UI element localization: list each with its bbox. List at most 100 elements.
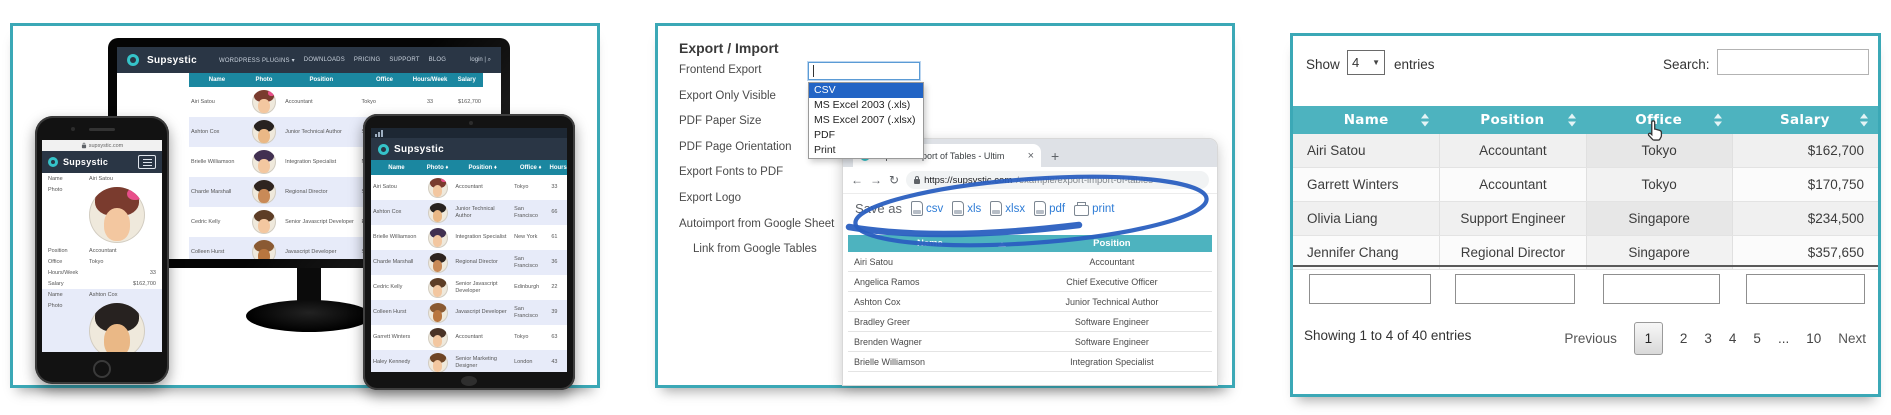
reload-icon[interactable]: ↻ bbox=[889, 173, 899, 187]
cell: Ashton Cox bbox=[848, 297, 1012, 307]
hamburger-menu-icon[interactable] bbox=[138, 155, 156, 169]
phone-home-button[interactable] bbox=[93, 360, 111, 378]
column-header[interactable]: Name bbox=[189, 77, 245, 83]
phone-camera bbox=[71, 127, 75, 131]
next-button[interactable]: Next bbox=[1838, 331, 1866, 346]
cell: $234,500 bbox=[1732, 202, 1878, 235]
search-input[interactable] bbox=[1717, 49, 1869, 75]
cell: $170,750 bbox=[1732, 168, 1878, 201]
save-as-label: Save as bbox=[855, 201, 902, 216]
navbar-menu-item[interactable]: DOWNLOADS bbox=[304, 57, 345, 64]
cell: Support Engineer bbox=[1439, 202, 1585, 235]
field-label: Name bbox=[48, 292, 89, 298]
page-number-5[interactable]: 5 bbox=[1753, 331, 1761, 346]
save-as-link-pdf[interactable]: pdf bbox=[1034, 201, 1065, 216]
column-header-name[interactable]: Name bbox=[1293, 112, 1439, 128]
setting-label: Export Fonts to PDF bbox=[679, 166, 834, 192]
page-number-1[interactable]: 1 bbox=[1634, 322, 1663, 355]
new-tab-button[interactable]: + bbox=[1051, 148, 1059, 164]
save-as-link-csv[interactable]: csv bbox=[911, 201, 943, 216]
cell: Software Engineer bbox=[1012, 337, 1212, 347]
column-header-salary[interactable]: Salary bbox=[1732, 112, 1878, 128]
list-item: PositionAccountant bbox=[42, 245, 162, 256]
column-header[interactable]: Photo ♦ bbox=[422, 165, 453, 171]
avatar bbox=[252, 90, 276, 114]
avatar-face bbox=[104, 208, 131, 240]
list-item: Photo bbox=[42, 300, 162, 352]
column-header[interactable]: Position bbox=[1012, 238, 1212, 249]
cell bbox=[245, 90, 283, 114]
cell: 33 bbox=[409, 99, 450, 105]
frontend-export-input[interactable]: ​ bbox=[808, 62, 920, 80]
save-as-link-xls[interactable]: xls bbox=[952, 201, 981, 216]
avatar-bow bbox=[127, 188, 143, 200]
save-as-link-xlsx[interactable]: xlsx bbox=[990, 201, 1025, 216]
address-bar[interactable]: https://supsystic.com/example/export-imp… bbox=[906, 171, 1209, 189]
column-filter-input-position[interactable] bbox=[1455, 274, 1575, 304]
cell: Integration Specialist bbox=[453, 234, 512, 241]
column-filter-input-office[interactable] bbox=[1603, 274, 1720, 304]
dropdown-option[interactable]: PDF bbox=[809, 128, 923, 143]
navbar-login[interactable]: login | ⌕ bbox=[470, 57, 491, 64]
page-number-3[interactable]: 3 bbox=[1704, 331, 1712, 346]
table-row: Angelica RamosChief Executive Officer bbox=[848, 272, 1212, 292]
table-row: Brielle WilliamsonIntegration Specialist… bbox=[371, 225, 567, 250]
avatar bbox=[252, 210, 276, 234]
navbar-menu-item[interactable]: PRICING bbox=[354, 57, 380, 64]
navbar-menu-item[interactable]: SUPPORT bbox=[389, 57, 419, 64]
tablet-home-button[interactable] bbox=[461, 376, 477, 386]
column-header[interactable]: Salary bbox=[451, 77, 483, 83]
column-header[interactable]: Photo bbox=[245, 77, 283, 83]
column-header-position[interactable]: Position bbox=[1439, 112, 1585, 128]
cell: Tokyo bbox=[512, 334, 549, 341]
column-header[interactable]: Office ♦ bbox=[512, 165, 549, 171]
column-header[interactable]: Office bbox=[360, 77, 410, 83]
page-number-2[interactable]: 2 bbox=[1680, 331, 1688, 346]
navbar-menu-item[interactable]: WORDPRESS PLUGINS ▾ bbox=[219, 57, 295, 64]
dropdown-option[interactable]: MS Excel 2007 (.xlsx) bbox=[809, 113, 923, 128]
cell: Colleen Hurst bbox=[371, 309, 422, 316]
dropdown-option[interactable]: CSV bbox=[809, 83, 923, 98]
tablet-table-body: Airi SatouAccountantTokyo33Ashton CoxJun… bbox=[371, 175, 567, 372]
avatar-face bbox=[258, 249, 270, 259]
cell: 63 bbox=[549, 334, 567, 341]
sort-icon bbox=[1714, 114, 1722, 127]
monitor-base bbox=[246, 300, 372, 332]
setting-label: Link from Google Tables bbox=[679, 243, 834, 269]
panel-devices-showcase: Supsystic WORDPRESS PLUGINS ▾ DOWNLOADS PR… bbox=[10, 23, 600, 388]
field-label: Photo bbox=[48, 187, 89, 193]
column-filter-input-salary[interactable] bbox=[1746, 274, 1865, 304]
cell: Software Engineer bbox=[1012, 317, 1212, 327]
navbar-menu-item[interactable]: BLOG bbox=[429, 57, 446, 64]
sort-icon bbox=[1421, 114, 1429, 127]
avatar bbox=[428, 303, 448, 323]
cell: Airi Satou bbox=[189, 99, 245, 105]
forward-icon[interactable]: → bbox=[870, 173, 882, 187]
entries-select[interactable]: 4 ▼ bbox=[1347, 50, 1385, 75]
browser-preview-table: NamePosition Airi SatouAccountantAngelic… bbox=[848, 235, 1212, 372]
avatar bbox=[428, 228, 448, 248]
column-header[interactable]: Position ♦ bbox=[453, 165, 512, 171]
phone-screen: supsystic.com Supsystic NameAiri SatouPh… bbox=[42, 140, 162, 352]
dropdown-option[interactable]: MS Excel 2003 (.xls) bbox=[809, 98, 923, 113]
dropdown-option[interactable]: Print bbox=[809, 143, 923, 158]
column-header[interactable]: Name bbox=[848, 238, 1012, 249]
tab-close-icon[interactable]: × bbox=[1028, 150, 1034, 162]
save-as-link-print[interactable]: print bbox=[1074, 202, 1114, 216]
cell: San Francisco bbox=[512, 306, 549, 320]
cell: Accountant bbox=[283, 99, 359, 105]
avatar bbox=[428, 353, 448, 373]
brand-name: Supsystic bbox=[63, 157, 108, 167]
page-number-4[interactable]: 4 bbox=[1729, 331, 1737, 346]
column-header[interactable]: Name bbox=[371, 165, 422, 171]
column-filter-input-name[interactable] bbox=[1309, 274, 1431, 304]
cell: Ashton Cox bbox=[371, 209, 422, 216]
field-label: Salary bbox=[48, 281, 89, 287]
column-header[interactable]: Hours/Week bbox=[409, 77, 450, 83]
column-header[interactable]: Hours bbox=[549, 165, 567, 171]
back-icon[interactable]: ← bbox=[851, 173, 863, 187]
previous-button[interactable]: Previous bbox=[1564, 331, 1617, 346]
show-label: Show bbox=[1306, 57, 1340, 72]
page-number-10[interactable]: 10 bbox=[1806, 331, 1821, 346]
column-header[interactable]: Position bbox=[283, 77, 359, 83]
